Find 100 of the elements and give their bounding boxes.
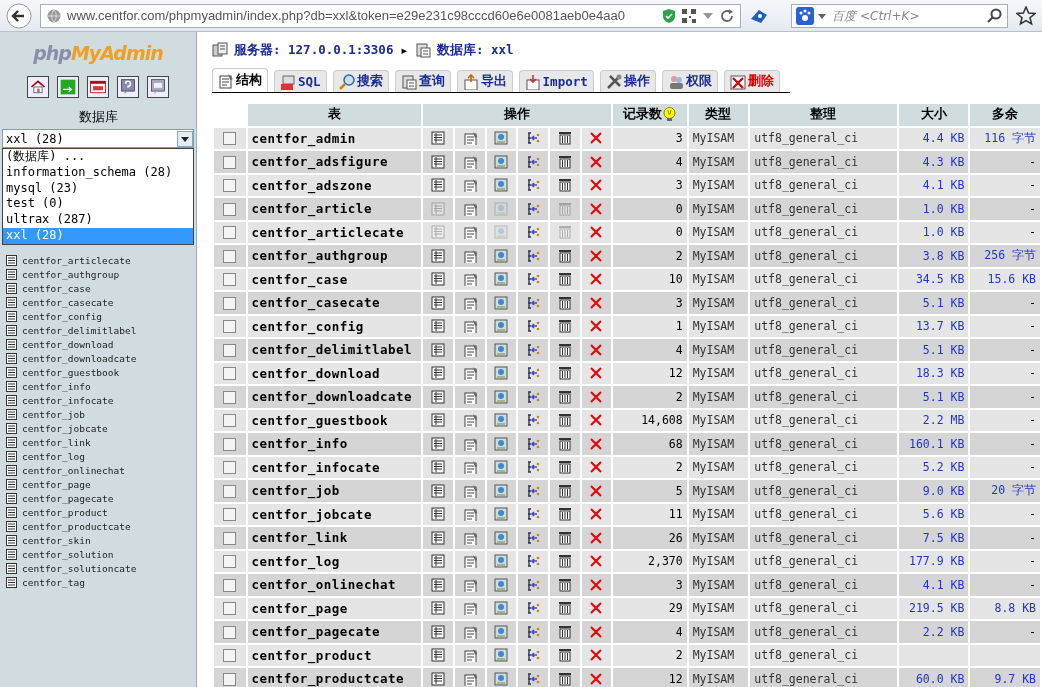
- structure-icon[interactable]: [462, 131, 477, 146]
- browse-icon[interactable]: [431, 248, 446, 263]
- table-icon[interactable]: [6, 478, 17, 490]
- browse-icon[interactable]: [431, 413, 446, 428]
- structure-icon[interactable]: [462, 554, 477, 569]
- tab[interactable]: 权限: [661, 70, 718, 92]
- table-link[interactable]: centfor_solution: [22, 548, 114, 560]
- table-link[interactable]: centfor_solutioncate: [22, 562, 137, 574]
- tab[interactable]: 导出: [456, 70, 513, 92]
- browse-icon[interactable]: [431, 460, 446, 475]
- bookmark-star-icon[interactable]: [1016, 5, 1036, 26]
- structure-icon[interactable]: [462, 436, 477, 451]
- row-checkbox[interactable]: [223, 625, 237, 639]
- browse-icon[interactable]: [431, 577, 446, 592]
- database-select[interactable]: xxl (28): [2, 129, 194, 148]
- structure-icon[interactable]: [462, 342, 477, 357]
- table-link[interactable]: centfor_page: [22, 478, 91, 490]
- structure-icon[interactable]: [462, 389, 477, 404]
- exit-icon[interactable]: [59, 78, 77, 96]
- insert-icon[interactable]: [526, 225, 541, 240]
- table-link[interactable]: centfor_job: [22, 408, 85, 420]
- dropdown-option[interactable]: (数据库) ...: [3, 149, 193, 165]
- trash-icon[interactable]: [557, 366, 572, 381]
- insert-icon[interactable]: [526, 342, 541, 357]
- delete-icon[interactable]: [589, 272, 604, 287]
- row-checkbox[interactable]: [223, 555, 237, 569]
- delete-icon[interactable]: [589, 295, 604, 310]
- structure-icon[interactable]: [462, 577, 477, 592]
- delete-icon[interactable]: [589, 413, 604, 428]
- column-header[interactable]: 操作: [504, 106, 531, 122]
- dropdown-icon[interactable]: [702, 10, 715, 21]
- browse-icon[interactable]: [431, 507, 446, 522]
- insert-icon[interactable]: [526, 248, 541, 263]
- table-link[interactable]: centfor_pagecate: [22, 492, 114, 504]
- structure-icon[interactable]: [462, 530, 477, 545]
- row-checkbox[interactable]: [223, 414, 237, 428]
- structure-icon[interactable]: [462, 671, 477, 686]
- trash-icon[interactable]: [557, 554, 572, 569]
- browse-icon[interactable]: [431, 671, 446, 686]
- table-link[interactable]: centfor_onlinechat: [22, 464, 125, 476]
- delete-icon[interactable]: [589, 554, 604, 569]
- trash-icon[interactable]: [557, 577, 572, 592]
- insert-icon[interactable]: [526, 577, 541, 592]
- tab[interactable]: 搜索: [332, 70, 389, 92]
- shield-icon[interactable]: [662, 7, 677, 24]
- browse-icon[interactable]: [431, 624, 446, 639]
- table-icon[interactable]: [6, 310, 17, 322]
- trash-icon[interactable]: [557, 671, 572, 686]
- tab[interactable]: 操作: [599, 70, 656, 92]
- table-icon[interactable]: [6, 338, 17, 350]
- delete-icon[interactable]: [589, 154, 604, 169]
- insert-icon[interactable]: [526, 295, 541, 310]
- table-icon[interactable]: [6, 576, 17, 588]
- row-checkbox[interactable]: [223, 202, 237, 216]
- table-link[interactable]: centfor_skin: [22, 534, 91, 546]
- browse-icon[interactable]: [431, 366, 446, 381]
- row-checkbox[interactable]: [223, 484, 237, 498]
- browse-icon[interactable]: [431, 295, 446, 310]
- trash-icon[interactable]: [557, 460, 572, 475]
- browse-icon[interactable]: [431, 648, 446, 663]
- table-icon[interactable]: [6, 450, 17, 462]
- table-link[interactable]: centfor_product: [22, 506, 108, 518]
- row-checkbox[interactable]: [223, 132, 237, 146]
- tab[interactable]: SQL: [274, 70, 327, 92]
- table-icon[interactable]: [6, 296, 17, 308]
- delete-icon[interactable]: [589, 671, 604, 686]
- database-link[interactable]: 数据库: xxl: [436, 41, 514, 59]
- delete-icon[interactable]: [589, 225, 604, 240]
- structure-icon[interactable]: [462, 272, 477, 287]
- table-icon[interactable]: [6, 394, 17, 406]
- browse-icon[interactable]: [431, 483, 446, 498]
- row-checkbox[interactable]: [223, 296, 237, 310]
- trash-icon[interactable]: [557, 648, 572, 663]
- trash-icon[interactable]: [557, 483, 572, 498]
- browse-icon[interactable]: [431, 154, 446, 169]
- insert-icon[interactable]: [526, 131, 541, 146]
- insert-icon[interactable]: [526, 272, 541, 287]
- row-checkbox[interactable]: [223, 273, 237, 287]
- table-link[interactable]: centfor_authgroup: [22, 268, 120, 280]
- insert-icon[interactable]: [526, 601, 541, 616]
- row-checkbox[interactable]: [223, 249, 237, 263]
- dropdown-option[interactable]: test (0): [3, 196, 193, 213]
- delete-icon[interactable]: [589, 319, 604, 334]
- table-link[interactable]: centfor_download: [22, 338, 114, 350]
- structure-icon[interactable]: [462, 648, 477, 663]
- table-icon[interactable]: [6, 380, 17, 392]
- table-icon[interactable]: [6, 436, 17, 448]
- structure-icon[interactable]: [462, 483, 477, 498]
- row-checkbox[interactable]: [223, 437, 237, 451]
- row-checkbox[interactable]: [223, 508, 237, 522]
- home-icon[interactable]: [29, 78, 47, 96]
- row-checkbox[interactable]: [223, 179, 237, 193]
- server-link[interactable]: 服务器: 127.0.0.1:3306: [234, 41, 394, 59]
- table-icon[interactable]: [6, 506, 17, 518]
- table-link[interactable]: centfor_case: [22, 282, 91, 294]
- delete-icon[interactable]: [589, 248, 604, 263]
- trash-icon[interactable]: [557, 342, 572, 357]
- insert-icon[interactable]: [526, 319, 541, 334]
- browse-icon[interactable]: [431, 389, 446, 404]
- table-link[interactable]: centfor_config: [22, 310, 103, 322]
